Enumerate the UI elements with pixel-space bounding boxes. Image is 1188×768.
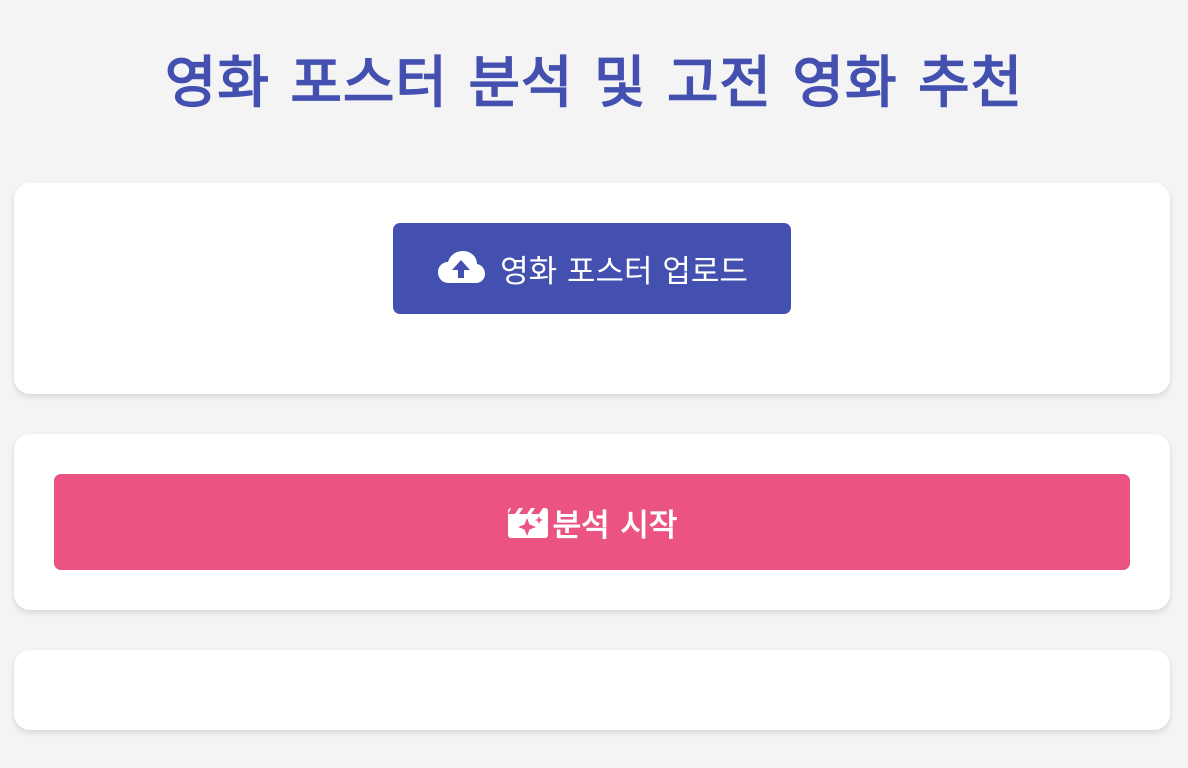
page: 영화 포스터 분석 및 고전 영화 추천 영화 포스터 업로드 분석 시작 — [0, 0, 1188, 768]
cloud-upload-icon — [436, 249, 486, 289]
start-analysis-label: 분석 시작 — [552, 507, 678, 544]
upload-card: 영화 포스터 업로드 — [14, 183, 1170, 394]
page-title: 영화 포스터 분석 및 고전 영화 추천 — [164, 51, 1024, 116]
analyze-card: 분석 시작 — [14, 434, 1170, 610]
start-analysis-button[interactable]: 분석 시작 — [54, 474, 1130, 570]
result-card — [14, 650, 1170, 730]
magic-clapperboard-icon — [507, 504, 549, 540]
upload-poster-label: 영화 포스터 업로드 — [500, 254, 748, 290]
upload-poster-button[interactable]: 영화 포스터 업로드 — [393, 223, 791, 314]
